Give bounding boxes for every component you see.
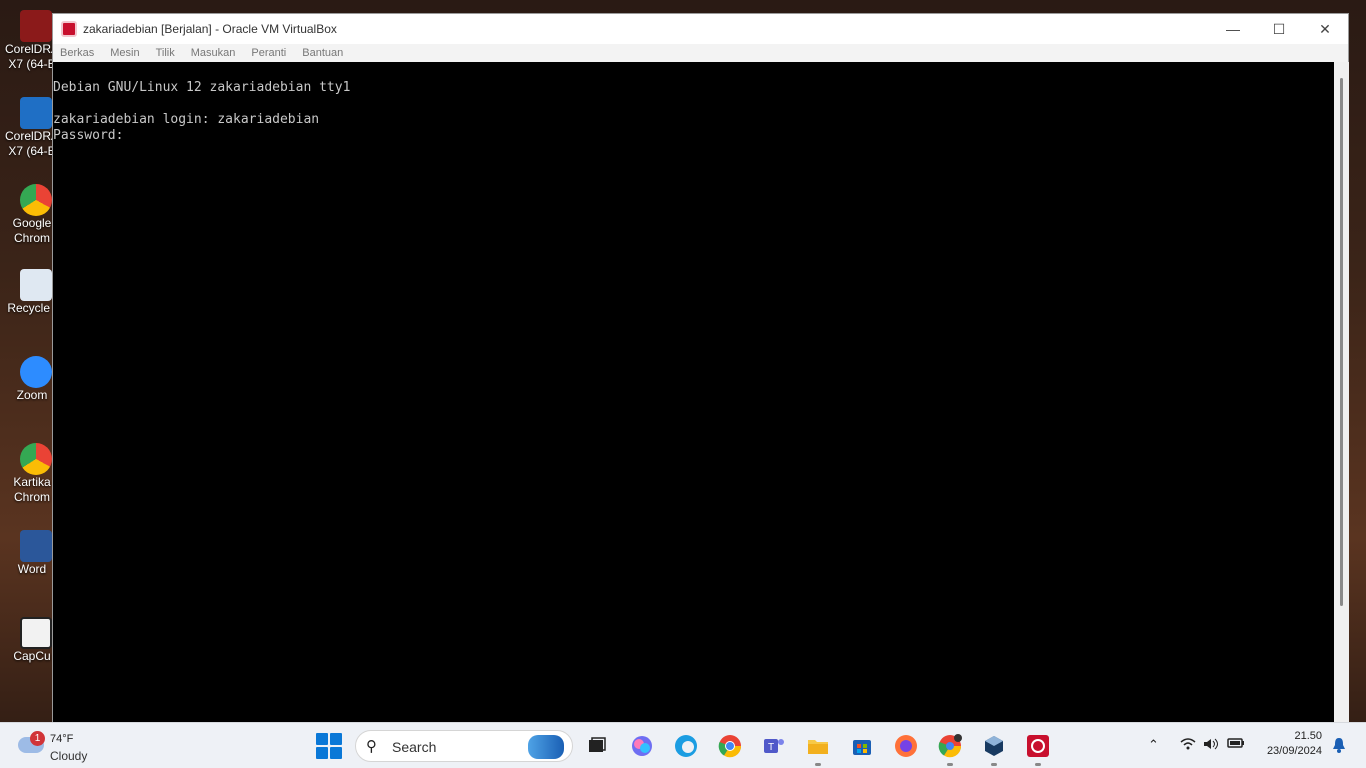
desktop-icon-recycle-bin[interactable]: Recycle I bbox=[0, 269, 57, 316]
start-button[interactable] bbox=[316, 733, 342, 759]
edge-icon bbox=[675, 735, 697, 757]
running-indicator bbox=[815, 763, 821, 766]
menu-berkas[interactable]: Berkas bbox=[60, 47, 94, 59]
taskbar: 1 74°F Cloudy ⚲ Search T ⌃ 21.50 23/09/2… bbox=[0, 722, 1366, 768]
folder-icon bbox=[808, 740, 828, 754]
running-indicator bbox=[947, 763, 953, 766]
firefox-button[interactable] bbox=[892, 732, 920, 760]
store-icon bbox=[853, 740, 871, 755]
console-line: zakariadebian login: zakariadebian bbox=[53, 112, 320, 127]
battery-icon[interactable] bbox=[1227, 737, 1245, 752]
task-view-button[interactable] bbox=[583, 732, 611, 760]
svg-text:T: T bbox=[768, 742, 774, 753]
weather-temperature: 74°F bbox=[50, 733, 74, 745]
volume-icon[interactable] bbox=[1203, 737, 1219, 754]
chrome-icon bbox=[938, 734, 962, 758]
windows-logo-icon bbox=[316, 733, 328, 745]
chrome-icon bbox=[718, 735, 742, 758]
desktop-icon-zoom[interactable]: Zoom bbox=[0, 356, 56, 403]
capcut-icon bbox=[20, 617, 52, 649]
desktop-icon-coreldraw-2[interactable]: CorelDRA X7 (64-B bbox=[0, 97, 59, 159]
system-clock[interactable]: 21.50 23/09/2024 bbox=[1267, 729, 1322, 759]
file-explorer-button[interactable] bbox=[804, 732, 832, 766]
clock-time: 21.50 bbox=[1294, 730, 1322, 742]
desktop-icon-word[interactable]: Word bbox=[0, 530, 56, 577]
scrollbar-thumb[interactable] bbox=[1340, 78, 1343, 606]
virtualbox-icon bbox=[985, 736, 1003, 756]
virtualbox-window: zakariadebian [Berjalan] - Oracle VM Vir… bbox=[52, 13, 1349, 722]
search-icon: ⚲ bbox=[366, 738, 377, 755]
store-button[interactable] bbox=[848, 732, 876, 760]
running-indicator bbox=[991, 763, 997, 766]
task-view-icon bbox=[589, 737, 606, 752]
word-icon bbox=[20, 530, 52, 562]
recycle-bin-icon bbox=[20, 269, 52, 301]
window-title: zakariadebian [Berjalan] - Oracle VM Vir… bbox=[83, 22, 337, 36]
copilot-icon bbox=[632, 736, 652, 756]
weather-widget[interactable]: 1 74°F Cloudy bbox=[16, 729, 106, 763]
firefox-icon bbox=[895, 735, 917, 757]
virtualbox-button[interactable] bbox=[980, 732, 1008, 766]
maximize-button[interactable]: ☐ bbox=[1256, 14, 1302, 44]
window-controls: — ☐ ✕ bbox=[1210, 14, 1348, 44]
console-line: Debian GNU/Linux 12 zakariadebian tty1 bbox=[53, 80, 351, 95]
coreldraw-icon bbox=[20, 10, 52, 42]
vm-console-screen[interactable]: Debian GNU/Linux 12 zakariadebian tty1 z… bbox=[53, 62, 1334, 722]
console-line: Password: bbox=[53, 128, 124, 143]
zoom-icon bbox=[20, 356, 52, 388]
edge-button[interactable] bbox=[672, 732, 700, 760]
weather-condition: Cloudy bbox=[50, 749, 88, 763]
chevron-up-icon[interactable]: ⌃ bbox=[1148, 737, 1159, 753]
menu-bar: Berkas Mesin Tilik Masukan Peranti Bantu… bbox=[53, 44, 1348, 62]
notification-badge: 1 bbox=[30, 731, 45, 746]
debian-vm-button[interactable] bbox=[1024, 732, 1052, 766]
running-indicator bbox=[1035, 763, 1041, 766]
notification-bell-icon[interactable] bbox=[1332, 737, 1346, 756]
chrome-icon bbox=[20, 184, 52, 216]
menu-masukan[interactable]: Masukan bbox=[191, 47, 236, 59]
menu-mesin[interactable]: Mesin bbox=[110, 47, 139, 59]
virtualbox-app-icon bbox=[61, 21, 77, 37]
minimize-button[interactable]: — bbox=[1210, 14, 1256, 44]
close-button[interactable]: ✕ bbox=[1302, 14, 1348, 44]
desktop-icon-google-chrome[interactable]: Google Chrom bbox=[0, 184, 56, 246]
vertical-scrollbar[interactable] bbox=[1334, 62, 1349, 722]
menu-bantuan[interactable]: Bantuan bbox=[302, 47, 343, 59]
desktop-icon-capcut[interactable]: CapCu bbox=[0, 617, 56, 664]
coreldraw-icon bbox=[20, 97, 52, 129]
title-bar[interactable]: zakariadebian [Berjalan] - Oracle VM Vir… bbox=[53, 14, 1348, 44]
menu-tilik[interactable]: Tilik bbox=[156, 47, 175, 59]
search-highlight-icon bbox=[528, 735, 564, 759]
wifi-icon[interactable] bbox=[1180, 737, 1196, 754]
desktop-icon-coreldraw-1[interactable]: CorelDRA X7 (64-B bbox=[0, 10, 59, 72]
teams-button[interactable]: T bbox=[760, 732, 788, 760]
search-placeholder: Search bbox=[392, 739, 437, 755]
desktop-icon-kartika-chrome[interactable]: Kartika Chrom bbox=[0, 443, 56, 505]
chrome-profile-button[interactable] bbox=[936, 732, 964, 766]
teams-icon: T bbox=[764, 739, 784, 753]
chrome-icon bbox=[20, 443, 52, 475]
search-box[interactable]: ⚲ Search bbox=[355, 730, 573, 762]
menu-peranti[interactable]: Peranti bbox=[251, 47, 286, 59]
clock-date: 23/09/2024 bbox=[1266, 745, 1322, 757]
desktop: CorelDRA X7 (64-B CorelDRA X7 (64-B Goog… bbox=[0, 0, 59, 722]
chrome-button[interactable] bbox=[716, 732, 744, 760]
debian-vm-icon bbox=[1027, 735, 1049, 757]
copilot-button[interactable] bbox=[628, 732, 656, 760]
